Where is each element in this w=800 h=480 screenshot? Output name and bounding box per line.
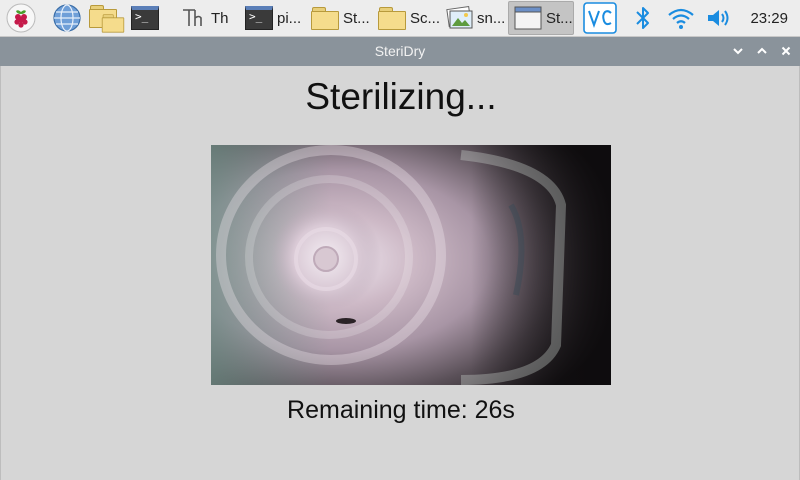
task-steridry[interactable]: St...: [508, 1, 574, 35]
task-label: pi...: [277, 9, 302, 27]
chevron-down-icon: [733, 48, 743, 55]
app-window: Sterilizing... Remaining time: 26s: [0, 66, 800, 480]
task-image-viewer[interactable]: sn...: [440, 1, 506, 35]
task-label: St...: [343, 9, 370, 27]
task-folder-st[interactable]: St...: [306, 1, 372, 35]
task-terminal[interactable]: >_ pi...: [240, 1, 306, 35]
clock: 23:29: [750, 9, 788, 27]
file-manager-icon[interactable]: [89, 2, 125, 34]
window-titlebar[interactable]: SteriDry: [0, 37, 800, 66]
task-label: Sc...: [410, 9, 439, 27]
task-thonny[interactable]: Th: [174, 1, 240, 35]
remaining-time: Remaining time: 26s: [287, 396, 515, 424]
thonny-icon: [177, 2, 209, 34]
close-button[interactable]: [778, 43, 794, 59]
task-folder-sc[interactable]: Sc...: [373, 1, 439, 35]
bluetooth-icon[interactable]: [627, 2, 659, 34]
wifi-icon[interactable]: [665, 2, 697, 34]
close-icon: [781, 46, 791, 56]
terminal-icon: >_: [243, 2, 275, 34]
window-title: SteriDry: [374, 43, 426, 59]
task-label: Th: [211, 9, 229, 27]
folder-icon: [309, 2, 341, 34]
volume-icon[interactable]: [703, 2, 735, 34]
minimize-button[interactable]: [730, 43, 746, 59]
status-heading: Sterilizing...: [305, 76, 497, 117]
terminal-icon[interactable]: >_: [129, 2, 161, 34]
chevron-up-icon: [757, 47, 767, 54]
task-label: sn...: [477, 9, 506, 27]
web-browser-icon[interactable]: [51, 2, 83, 34]
taskbar: >_ Th >_ pi... St... Sc... sn... St... 2…: [0, 0, 800, 37]
maximize-button[interactable]: [754, 43, 770, 59]
task-label: St...: [546, 9, 573, 27]
folder-icon: [376, 2, 408, 34]
raspberry-menu-icon[interactable]: [5, 2, 37, 34]
vnc-icon[interactable]: [582, 2, 618, 34]
image-viewer-icon: [443, 2, 475, 34]
camera-preview: [211, 145, 611, 385]
window-icon: [512, 2, 544, 34]
